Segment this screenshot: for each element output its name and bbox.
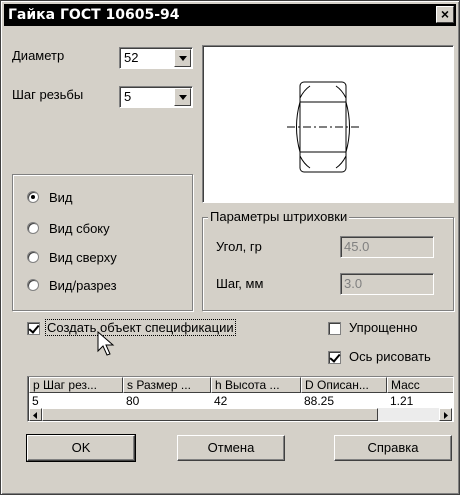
title-bar[interactable]: Гайка ГОСТ 10605-94 × <box>4 4 456 26</box>
table-cell[interactable]: 88.25 <box>301 394 334 408</box>
hatch-group-title: Параметры штриховки <box>208 209 350 224</box>
thread-step-value: 5 <box>124 89 132 104</box>
radio-label: Вид/разрез <box>49 278 117 293</box>
diameter-label: Диаметр <box>12 48 65 63</box>
mouse-cursor-icon <box>97 331 115 356</box>
view-group: Вид Вид сбоку Вид сверху Вид/разрез <box>12 174 193 311</box>
radio-label: Вид сбоку <box>49 221 110 236</box>
table-cell[interactable]: 42 <box>211 394 227 408</box>
create-spec-label[interactable]: Создать объект спецификации <box>45 319 236 336</box>
diameter-value: 52 <box>124 50 139 65</box>
radio-label: Вид сверху <box>49 250 117 265</box>
window-title: Гайка ГОСТ 10605-94 <box>8 7 180 23</box>
radio-button[interactable] <box>27 251 39 263</box>
table-cell[interactable]: 1.21 <box>387 394 413 408</box>
hatch-angle-label: Угол, гр <box>216 239 262 254</box>
hatch-step-field[interactable]: 3.0 <box>340 273 434 295</box>
column-header[interactable]: s Размер ... <box>123 377 211 393</box>
radio-button[interactable] <box>27 222 39 234</box>
thread-step-label: Шаг резьбы <box>12 87 84 102</box>
column-header[interactable]: Масс <box>387 377 453 393</box>
nut-dialog: Гайка ГОСТ 10605-94 × Диаметр 52 Шаг рез… <box>0 0 460 495</box>
nut-drawing <box>287 81 359 173</box>
radio-label: Вид <box>49 190 73 205</box>
cancel-button[interactable]: Отмена <box>177 435 285 461</box>
close-icon: × <box>440 6 450 22</box>
hatch-step-label: Шаг, мм <box>216 276 264 291</box>
simplified-label[interactable]: Упрощенно <box>349 320 418 335</box>
horizontal-scrollbar[interactable] <box>29 408 452 421</box>
chevron-down-icon[interactable] <box>174 49 191 67</box>
create-spec-checkbox[interactable] <box>27 322 40 335</box>
arrow-left-icon <box>33 412 37 419</box>
thread-step-select[interactable]: 5 <box>119 86 193 108</box>
column-header[interactable]: D Описан... <box>301 377 387 393</box>
scroll-right-button[interactable] <box>439 408 452 421</box>
nut-preview <box>202 45 454 203</box>
draw-axis-label[interactable]: Ось рисовать <box>349 349 431 364</box>
table-cell[interactable]: 5 <box>29 394 39 408</box>
draw-axis-checkbox[interactable] <box>328 351 341 364</box>
help-button[interactable]: Справка <box>334 435 452 461</box>
hatch-angle-value: 45.0 <box>344 239 370 254</box>
parameters-table[interactable]: p Шаг рез... s Размер ... h Высота ... D… <box>27 376 454 422</box>
diameter-select[interactable]: 52 <box>119 47 193 69</box>
hatch-step-value: 3.0 <box>344 276 363 291</box>
close-button[interactable]: × <box>436 6 454 23</box>
table-cell[interactable]: 80 <box>123 394 139 408</box>
hatch-angle-field[interactable]: 45.0 <box>340 236 434 258</box>
hatch-group <box>202 217 454 311</box>
simplified-checkbox[interactable] <box>328 322 341 335</box>
chevron-down-icon[interactable] <box>174 88 191 106</box>
radio-button[interactable] <box>27 279 39 291</box>
ok-button[interactable]: OK <box>26 434 136 462</box>
scroll-thumb[interactable] <box>42 408 378 421</box>
radio-button-selected[interactable] <box>27 191 39 203</box>
arrow-right-icon <box>444 412 448 419</box>
column-header[interactable]: p Шаг рез... <box>29 377 123 393</box>
scroll-left-button[interactable] <box>29 408 42 421</box>
column-header[interactable]: h Высота ... <box>211 377 301 393</box>
